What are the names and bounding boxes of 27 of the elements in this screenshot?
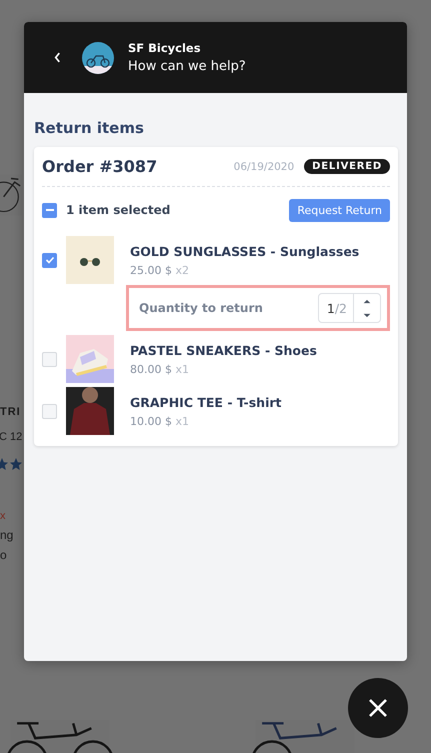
star-icon [0,458,22,470]
product-price: 10.00 $ x1 [130,414,190,428]
quantity-stepper[interactable]: 1/2 [318,293,381,323]
order-date: 06/19/2020 [234,160,294,172]
chevron-left-icon [54,52,60,63]
product-title-fragment: TRI [0,406,21,418]
shop-name: SF Bicycles [128,41,202,55]
sale-fragment: x [0,510,6,522]
text-fragment: o [0,548,7,562]
section-title: Return items [34,119,145,137]
chat-subtitle: How can we help? [128,59,246,74]
selection-count: 1 item selected [66,203,172,217]
product-name: PASTEL SNEAKERS - Shoes [130,342,317,358]
status-badge: DELIVERED [304,159,390,174]
product-name: GRAPHIC TEE - T-shirt [130,394,282,410]
item-checkbox[interactable] [42,252,57,268]
decrement-icon[interactable] [363,312,371,318]
select-all-checkbox[interactable] [42,202,57,218]
product-price: 80.00 $ x1 [130,362,190,376]
order-number: Order #3087 [42,157,158,176]
product-name: GOLD SUNGLASSES - Sunglasses [130,244,360,258]
increment-icon[interactable] [363,298,371,304]
quantity-label: Quantity to return [139,301,263,315]
checkmark-icon [44,255,54,265]
text-fragment: ng [0,528,14,542]
product-price: 25.00 $ x2 [130,264,190,276]
close-icon [368,698,388,718]
